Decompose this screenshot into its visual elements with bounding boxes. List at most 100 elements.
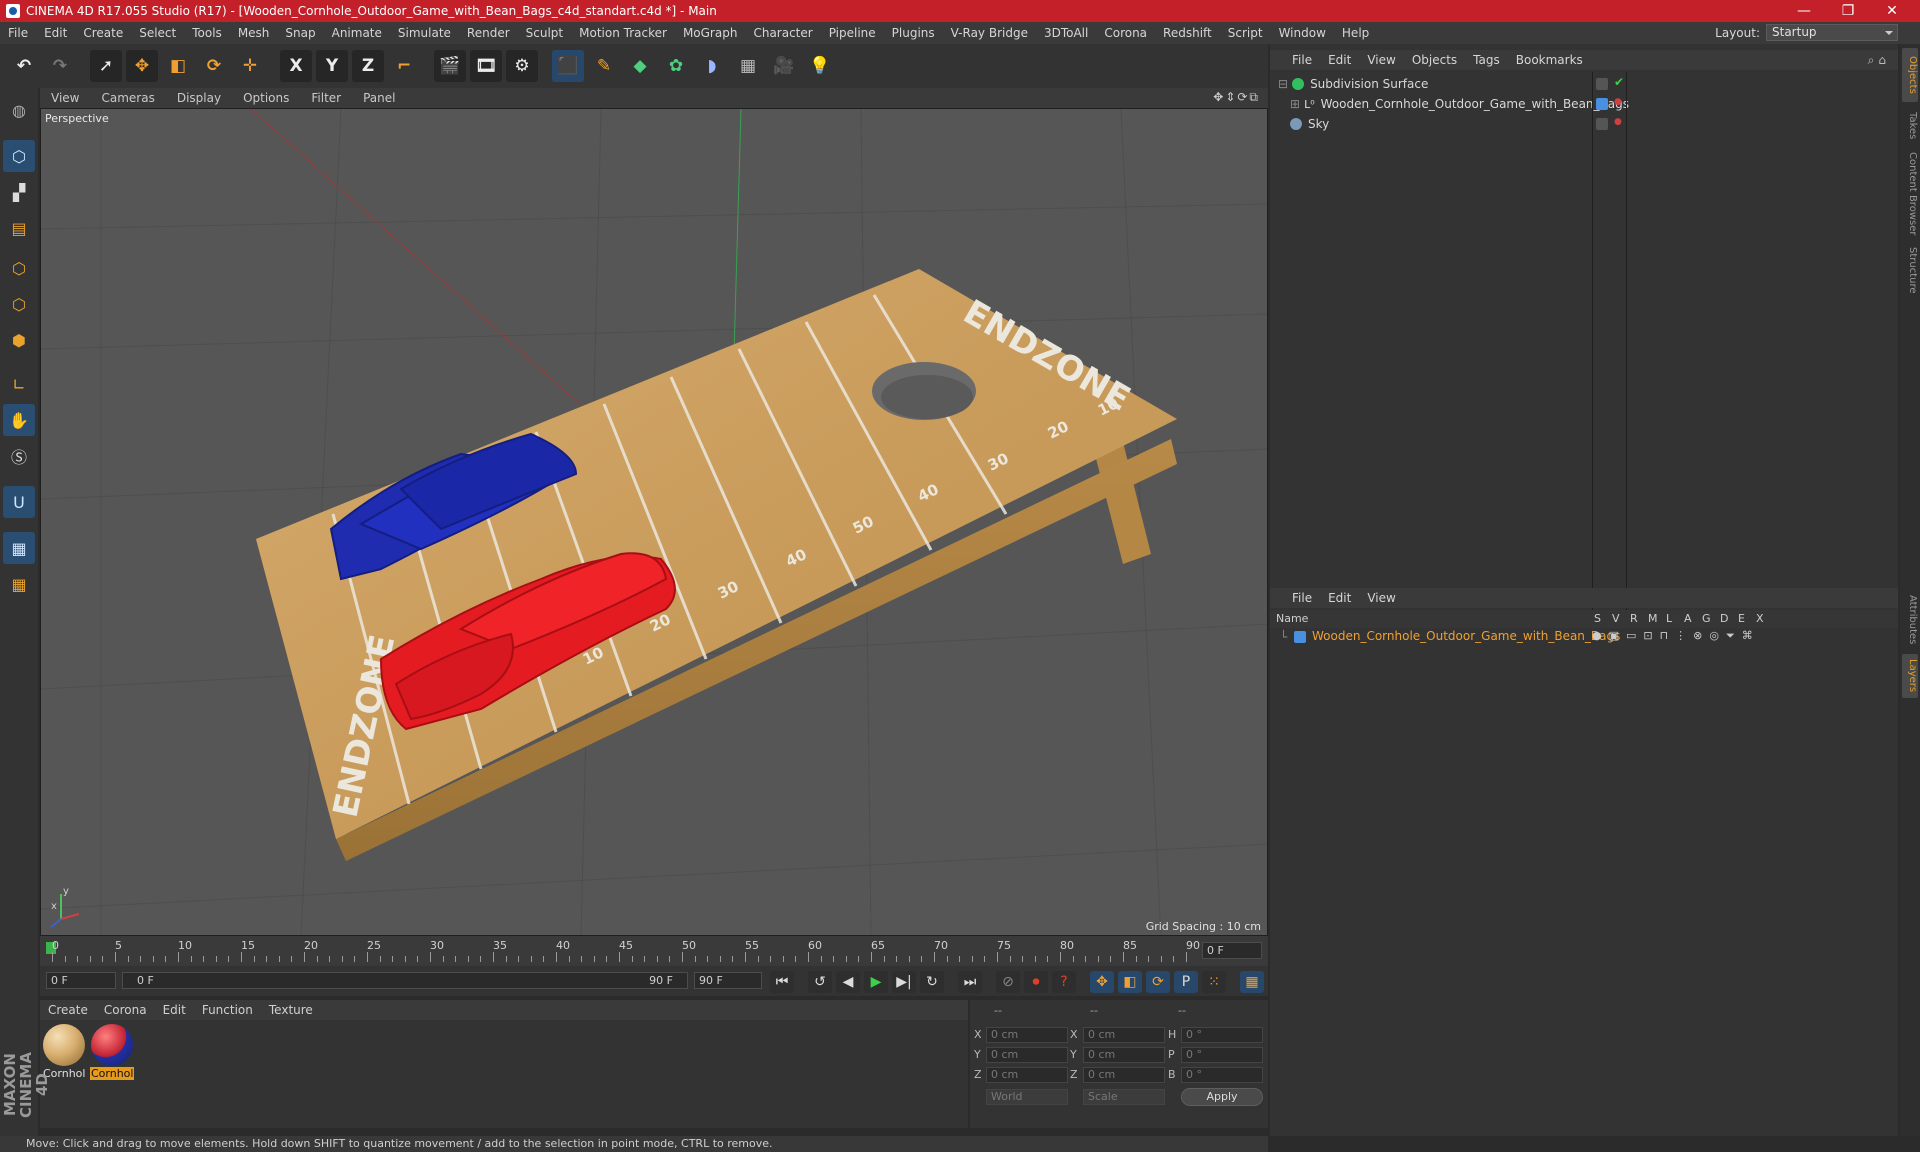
material-menu-corona[interactable]: Corona [96, 1003, 155, 1017]
material-menu-texture[interactable]: Texture [261, 1003, 321, 1017]
objects-menu-tags[interactable]: Tags [1465, 53, 1508, 67]
previous-key-icon[interactable]: ↺ [808, 971, 832, 993]
layer-toggle-icons[interactable]: ●▣▭⊡⊓⋮⊗◎⏷⌘ [1592, 629, 1760, 643]
layers-menu-edit[interactable]: Edit [1320, 591, 1359, 605]
material-menu-edit[interactable]: Edit [155, 1003, 194, 1017]
render-view-icon[interactable]: 🎬 [434, 50, 466, 82]
menu-script[interactable]: Script [1220, 26, 1271, 40]
maximize-button[interactable]: ❐ [1826, 0, 1870, 22]
menu-mesh[interactable]: Mesh [230, 26, 278, 40]
object-row[interactable]: ⊟ Subdivision Surface [1278, 74, 1428, 94]
menu-3dtoall[interactable]: 3DToAll [1036, 26, 1096, 40]
previous-frame-icon[interactable]: ◀ [836, 971, 860, 993]
menu-snap[interactable]: Snap [277, 26, 323, 40]
object-row[interactable]: Sky [1290, 114, 1329, 134]
axis-mode-icon[interactable]: ∟ [3, 368, 35, 400]
object-manager-search-icon[interactable]: ⌕⌂ [1868, 53, 1890, 68]
menu-help[interactable]: Help [1334, 26, 1377, 40]
size-mode-dropdown[interactable]: Scale [1083, 1089, 1165, 1105]
tab-objects[interactable]: Objects [1902, 48, 1918, 102]
minimize-button[interactable]: — [1782, 0, 1826, 22]
menu-tools[interactable]: Tools [184, 26, 230, 40]
objects-menu-file[interactable]: File [1284, 53, 1320, 67]
coordinate-system-icon[interactable]: ⌐ [388, 50, 420, 82]
layout-dropdown[interactable]: Startup [1766, 24, 1898, 41]
layer-color-tag[interactable] [1596, 98, 1608, 110]
viewport-menu-view[interactable]: View [40, 91, 90, 105]
viewport-menu-options[interactable]: Options [232, 91, 300, 105]
workplane-mode-icon[interactable]: ▤ [3, 212, 35, 244]
close-button[interactable]: ✕ [1870, 0, 1914, 22]
menu-motion-tracker[interactable]: Motion Tracker [571, 26, 675, 40]
rotation-p-field[interactable]: 0 ° [1181, 1047, 1263, 1063]
menu-window[interactable]: Window [1271, 26, 1334, 40]
material-swatch[interactable]: Cornhol [42, 1024, 86, 1080]
tab-attributes[interactable]: Attributes [1902, 590, 1918, 650]
tab-content-browser[interactable]: Content Browser [1902, 150, 1918, 238]
size-y-field[interactable]: 0 cm [1083, 1047, 1165, 1063]
key-rotation-icon[interactable]: ⟳ [1146, 971, 1170, 993]
deformer-icon[interactable]: ◗ [696, 50, 728, 82]
menu-mograph[interactable]: MoGraph [675, 26, 746, 40]
key-scale-icon[interactable]: ◧ [1118, 971, 1142, 993]
start-frame-field[interactable]: 0 F [46, 972, 116, 989]
visibility-toggle-icon[interactable] [1596, 78, 1608, 90]
go-to-start-icon[interactable]: ⏮ [770, 971, 794, 993]
timeline-window-icon[interactable]: ▦ [1240, 971, 1264, 993]
cube-object-icon[interactable]: ⬛ [552, 50, 584, 82]
menu-select[interactable]: Select [131, 26, 184, 40]
position-z-field[interactable]: 0 cm [986, 1067, 1068, 1083]
next-frame-icon[interactable]: ▶| [892, 971, 916, 993]
select-tool-icon[interactable]: ➚ [90, 50, 122, 82]
record-active-icon[interactable]: ⏺ [1024, 971, 1048, 993]
polygons-mode-icon[interactable]: ⬢ [3, 324, 35, 356]
size-z-field[interactable]: 0 cm [1083, 1067, 1165, 1083]
apply-button[interactable]: Apply [1181, 1088, 1263, 1106]
tab-structure[interactable]: Structure [1902, 242, 1918, 298]
visibility-toggle-icon[interactable] [1596, 118, 1608, 130]
rotation-h-field[interactable]: 0 ° [1181, 1027, 1263, 1043]
go-to-end-icon[interactable]: ⏭ [958, 971, 982, 993]
redo-icon[interactable]: ↷ [44, 50, 76, 82]
objects-menu-view[interactable]: View [1359, 53, 1403, 67]
pen-spline-icon[interactable]: ✎ [588, 50, 620, 82]
camera-icon[interactable]: 🎥 [768, 50, 800, 82]
material-menu-function[interactable]: Function [194, 1003, 261, 1017]
auto-key-icon[interactable]: ? [1052, 971, 1076, 993]
menu-vray-bridge[interactable]: V-Ray Bridge [943, 26, 1036, 40]
menu-file[interactable]: File [0, 26, 36, 40]
record-keys-off-icon[interactable]: ⊘ [996, 971, 1020, 993]
make-editable-icon[interactable]: ◍ [3, 94, 35, 126]
menu-character[interactable]: Character [745, 26, 820, 40]
key-position-icon[interactable]: ✥ [1090, 971, 1114, 993]
layers-menu-view[interactable]: View [1359, 591, 1403, 605]
perspective-viewport[interactable]: 10 20 30 40 50 40 30 20 10 ENDZONE ENDZO… [40, 108, 1268, 936]
position-y-field[interactable]: 0 cm [986, 1047, 1068, 1063]
objects-menu-bookmarks[interactable]: Bookmarks [1508, 53, 1591, 67]
menu-plugins[interactable]: Plugins [884, 26, 943, 40]
render-settings-icon[interactable]: ⚙ [506, 50, 538, 82]
viewport-menu-filter[interactable]: Filter [300, 91, 352, 105]
move-tool-icon[interactable]: ✥ [126, 50, 158, 82]
y-axis-lock-button[interactable]: Y [316, 50, 348, 82]
menu-simulate[interactable]: Simulate [390, 26, 459, 40]
magnet-icon[interactable]: U [3, 486, 35, 518]
objects-menu-edit[interactable]: Edit [1320, 53, 1359, 67]
material-swatch[interactable]: Cornhol [90, 1024, 134, 1080]
next-key-icon[interactable]: ↻ [920, 971, 944, 993]
objects-menu-objects[interactable]: Objects [1404, 53, 1465, 67]
end-frame-field[interactable]: 90 F [694, 972, 762, 989]
frame-range-slider[interactable]: 0 F 90 F [122, 972, 688, 989]
tweak-mode-icon[interactable]: ✋ [3, 404, 35, 436]
render-picture-viewer-icon[interactable]: 🎞 [470, 50, 502, 82]
rotate-tool-icon[interactable]: ⟳ [198, 50, 230, 82]
viewport-menu-cameras[interactable]: Cameras [90, 91, 165, 105]
menu-pipeline[interactable]: Pipeline [821, 26, 884, 40]
key-parameter-icon[interactable]: P [1174, 971, 1198, 993]
live-selection-icon[interactable]: ✛ [234, 50, 266, 82]
undo-icon[interactable]: ↶ [8, 50, 40, 82]
material-menu-create[interactable]: Create [40, 1003, 96, 1017]
position-x-field[interactable]: 0 cm [986, 1027, 1068, 1043]
enabled-check-icon[interactable]: ✔ [1614, 75, 1624, 89]
key-pla-icon[interactable]: ⁙ [1202, 971, 1226, 993]
